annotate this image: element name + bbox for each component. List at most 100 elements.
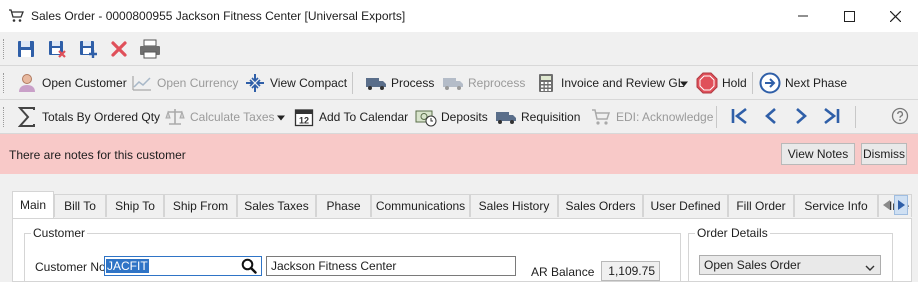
actions-toolbar: Open Customer Open Currency View Compact… [0, 66, 918, 100]
tab-sales-history[interactable]: Sales History [470, 194, 558, 217]
arrow-right-circle-icon [759, 72, 781, 94]
calendar-day-number: 12 [299, 116, 309, 126]
toolbar-separator [752, 72, 753, 94]
help-button[interactable] [891, 100, 909, 134]
help-icon [891, 107, 909, 128]
tab-service-info[interactable]: Service Info [794, 194, 878, 217]
toolbar-separator [716, 106, 717, 128]
toolbar-grip[interactable] [3, 73, 6, 93]
customer-name-field[interactable]: Jackson Fitness Center [266, 256, 516, 276]
requisition-button[interactable]: Requisition [495, 100, 580, 134]
maximize-button[interactable] [826, 0, 872, 32]
calculate-taxes-dropdown[interactable] [276, 100, 286, 134]
tab-bill-to[interactable]: Bill To [54, 194, 106, 217]
chevron-left-icon [761, 106, 781, 129]
save-new-icon[interactable] [76, 37, 100, 61]
tab-scroll-left-button[interactable] [880, 195, 894, 215]
view-compact-label: View Compact [270, 76, 348, 90]
chevron-right-icon [791, 106, 811, 129]
window-title: Sales Order - 0000800955 Jackson Fitness… [31, 9, 406, 23]
search-icon[interactable] [241, 258, 257, 277]
next-phase-button[interactable]: Next Phase [759, 66, 847, 100]
tab-container: Main Bill To Ship To Ship From Sales Tax… [0, 174, 918, 282]
save-close-icon[interactable] [45, 37, 69, 61]
open-currency-button[interactable]: Open Currency [131, 66, 238, 100]
caret-down-icon [679, 76, 689, 90]
minimize-button[interactable] [780, 0, 826, 32]
order-type-select[interactable]: Open Sales Order [699, 255, 881, 275]
save-icon[interactable] [14, 37, 38, 61]
first-icon [730, 106, 750, 129]
invoice-review-gl-label: Invoice and Review GL [561, 76, 685, 90]
ar-balance-label: AR Balance [531, 265, 595, 279]
print-icon[interactable] [138, 37, 162, 61]
person-icon [16, 72, 38, 94]
deposits-button[interactable]: Deposits [415, 100, 488, 134]
caret-down-icon [276, 110, 286, 124]
deposits-label: Deposits [441, 110, 488, 124]
toolbar-grip[interactable] [3, 107, 6, 127]
last-record-button[interactable] [821, 100, 841, 134]
tab-ship-from[interactable]: Ship From [164, 194, 237, 217]
tab-communications[interactable]: Communications [371, 194, 470, 217]
title-bar: Sales Order - 0000800955 Jackson Fitness… [0, 0, 918, 32]
toolbar-separator [855, 106, 856, 128]
edi-acknowledge-button[interactable]: EDI: Acknowledge [590, 100, 713, 134]
currency-chart-icon [131, 72, 153, 94]
add-to-calendar-label: Add To Calendar [319, 110, 409, 124]
truck-list-icon [495, 106, 517, 128]
totals-by-ordered-qty-button[interactable]: Totals By Ordered Qty [16, 100, 160, 134]
tab-scroll-right-button[interactable] [894, 195, 908, 215]
calculations-toolbar: Totals By Ordered Qty Calculate Taxes 12… [0, 100, 918, 134]
main-tab-panel: Customer Customer No JACFIT Jackson Fitn… [12, 218, 912, 282]
edi-acknowledge-label: EDI: Acknowledge [616, 110, 714, 124]
ar-balance-value: 1,109.75 [601, 261, 660, 281]
invoice-review-gl-button[interactable]: Invoice and Review GL [535, 66, 684, 100]
next-phase-label: Next Phase [785, 76, 848, 90]
first-record-button[interactable] [730, 100, 750, 134]
tab-phase[interactable]: Phase [316, 194, 371, 217]
view-compact-button[interactable]: View Compact [244, 66, 347, 100]
invoice-options-dropdown[interactable] [679, 66, 689, 100]
previous-record-button[interactable] [761, 100, 781, 134]
notes-banner: There are notes for this customer View N… [0, 134, 918, 174]
tab-main[interactable]: Main [12, 191, 54, 218]
tab-fill-order[interactable]: Fill Order [728, 194, 794, 217]
process-label: Process [391, 76, 435, 90]
delete-icon[interactable] [107, 37, 131, 61]
open-currency-label: Open Currency [157, 76, 239, 90]
notes-message: There are notes for this customer [9, 148, 186, 162]
compact-arrows-icon [244, 72, 266, 94]
toolbar-grip[interactable] [3, 39, 6, 59]
close-window-button[interactable] [872, 0, 918, 32]
next-record-button[interactable] [791, 100, 811, 134]
requisition-label: Requisition [521, 110, 581, 124]
reprocess-button[interactable]: Reprocess [442, 66, 525, 100]
cart-icon [8, 9, 24, 23]
tab-user-defined[interactable]: User Defined [643, 194, 728, 217]
tab-ship-to[interactable]: Ship To [106, 194, 164, 217]
hold-button[interactable]: Hold [696, 66, 747, 100]
add-to-calendar-button[interactable]: 12 Add To Calendar [293, 100, 408, 134]
dismiss-button[interactable]: Dismiss [861, 143, 907, 165]
sigma-icon [16, 106, 38, 128]
toolbar-separator [352, 72, 353, 94]
cart-check-icon [590, 106, 612, 128]
calculator-icon [535, 72, 557, 94]
hold-label: Hold [722, 76, 747, 90]
reprocess-label: Reprocess [468, 76, 526, 90]
customer-no-value: JACFIT [106, 259, 149, 273]
customer-no-input[interactable]: JACFIT [104, 256, 262, 276]
chevron-down-icon [865, 261, 875, 275]
tab-sales-taxes[interactable]: Sales Taxes [237, 194, 316, 217]
order-type-value: Open Sales Order [704, 258, 801, 272]
process-button[interactable]: Process [365, 66, 434, 100]
file-toolbar [0, 32, 918, 66]
order-details-group-label: Order Details [695, 226, 770, 240]
tab-sales-orders[interactable]: Sales Orders [558, 194, 643, 217]
customer-group-label: Customer [31, 226, 88, 240]
last-icon [821, 106, 841, 129]
view-notes-button[interactable]: View Notes [781, 143, 855, 165]
calculate-taxes-button[interactable]: Calculate Taxes [164, 100, 275, 134]
open-customer-button[interactable]: Open Customer [16, 66, 127, 100]
